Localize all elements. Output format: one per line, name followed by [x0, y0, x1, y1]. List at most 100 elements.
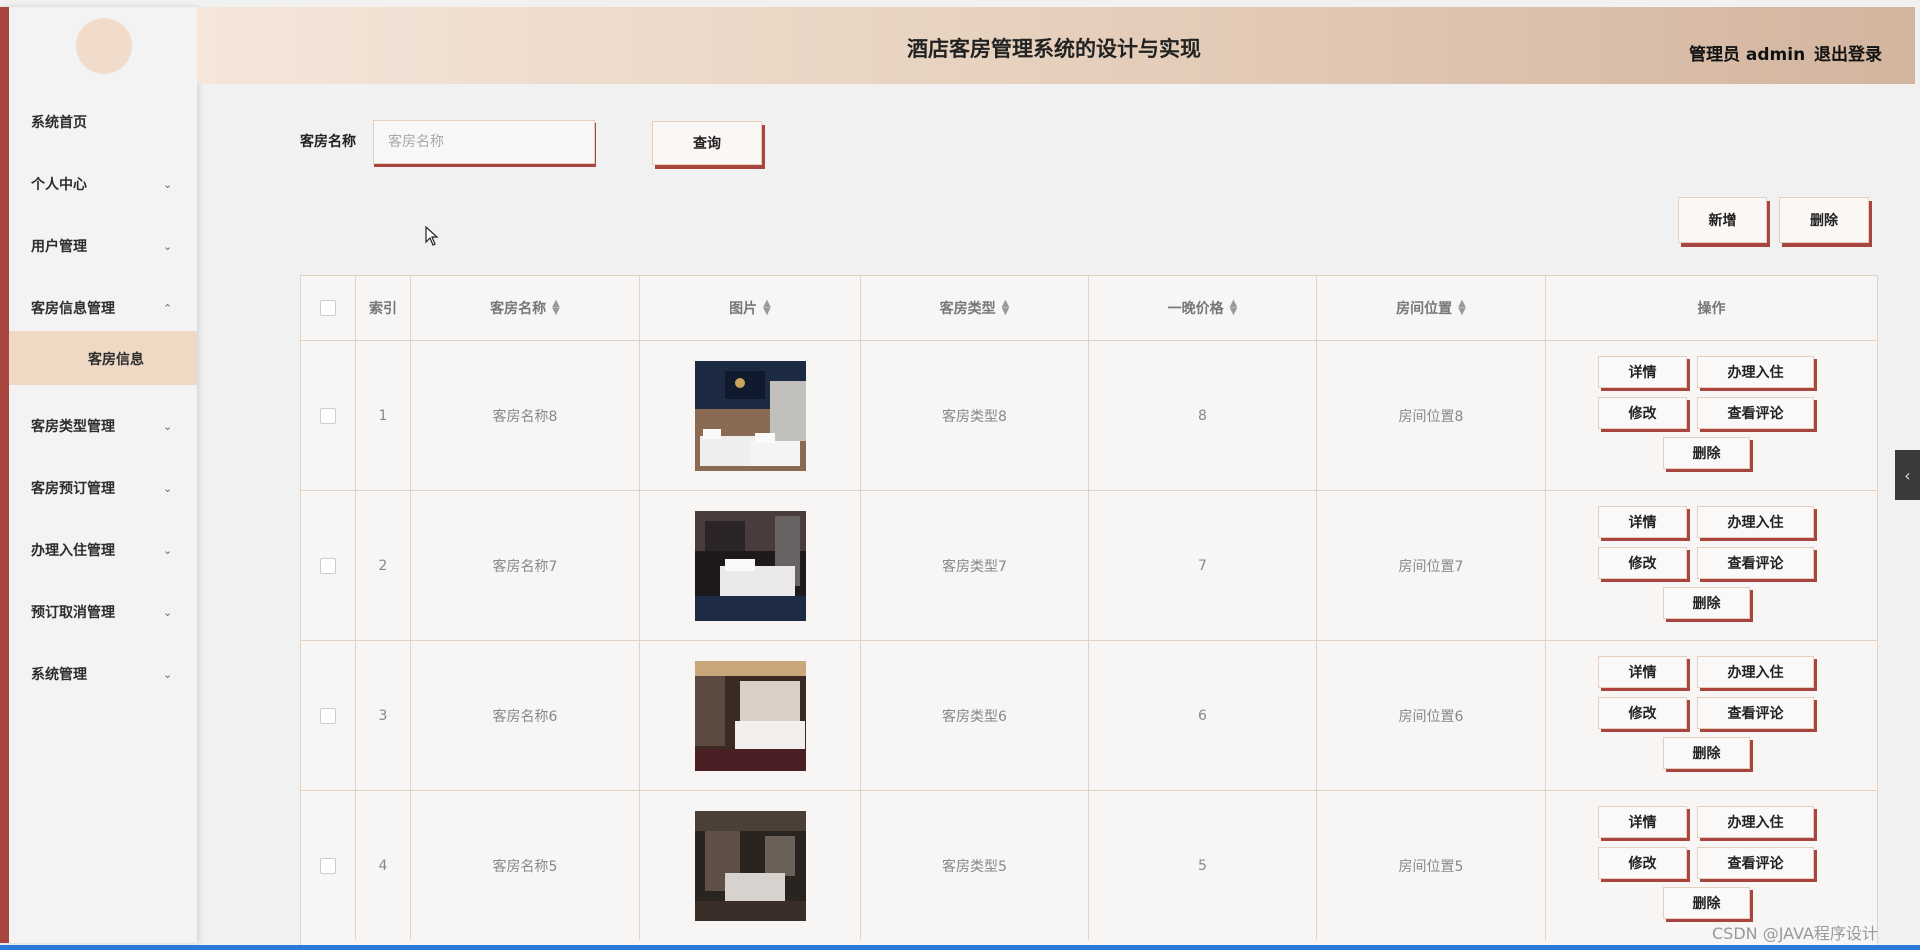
view-comments-button[interactable]: 查看评论 — [1697, 847, 1814, 879]
query-button[interactable]: 查询 — [652, 121, 762, 165]
delete-button[interactable]: 删除 — [1663, 437, 1750, 469]
sort-icon[interactable]: ▲ ▼ — [1002, 299, 1010, 317]
cell-select — [301, 491, 356, 640]
row-checkbox[interactable] — [320, 407, 336, 424]
table-header-actions: 操作 — [1546, 276, 1877, 340]
sidebar-item-checkin-management[interactable]: 办理入住管理 ⌄ — [9, 521, 197, 579]
checkin-button[interactable]: 办理入住 — [1697, 506, 1814, 538]
mouse-cursor-icon — [425, 226, 439, 246]
sidebar-item-label: 办理入住管理 — [31, 543, 115, 559]
sidebar-item-label: 用户管理 — [31, 239, 87, 255]
cell-price: 7 — [1089, 491, 1317, 640]
cell-room-name: 客房名称7 — [411, 491, 640, 640]
scroll-progress-bar — [0, 945, 1920, 950]
cell-price: 8 — [1089, 341, 1317, 490]
cell-actions: 详情 办理入住 修改 查看评论 删除 — [1546, 341, 1877, 490]
delete-button[interactable]: 删除 — [1663, 587, 1750, 619]
page-title: 酒店客房管理系统的设计与实现 — [907, 37, 1201, 61]
room-image[interactable] — [694, 360, 806, 471]
sidebar-item-label: 客房预订管理 — [31, 481, 115, 497]
sidebar-item-label: 预订取消管理 — [31, 605, 115, 621]
edit-button[interactable]: 修改 — [1598, 847, 1687, 879]
room-name-search-input[interactable] — [373, 120, 595, 164]
room-image[interactable] — [694, 510, 806, 621]
detail-button[interactable]: 详情 — [1598, 506, 1687, 538]
cell-image — [640, 491, 861, 640]
sidebar-item-label: 客房类型管理 — [31, 419, 115, 435]
detail-button[interactable]: 详情 — [1598, 806, 1687, 838]
chevron-down-icon: ⌄ — [163, 543, 173, 557]
cell-index: 3 — [356, 641, 411, 790]
sort-icon[interactable]: ▲ ▼ — [763, 299, 771, 317]
edit-button[interactable]: 修改 — [1598, 397, 1687, 429]
sidebar-subitem-label: 客房信息 — [88, 352, 144, 368]
cell-location: 房间位置6 — [1317, 641, 1546, 790]
chevron-down-icon: ⌄ — [163, 605, 173, 619]
detail-button[interactable]: 详情 — [1598, 656, 1687, 688]
room-image[interactable] — [694, 660, 806, 771]
sidebar-item-room-info-management[interactable]: 客房信息管理 ⌃ — [9, 279, 197, 337]
collapse-toggle-button[interactable]: ‹ — [1895, 450, 1920, 500]
sidebar-item-home[interactable]: 系统首页 — [9, 93, 197, 151]
sidebar-item-user-management[interactable]: 用户管理 ⌄ — [9, 217, 197, 275]
cell-image — [640, 641, 861, 790]
edit-button[interactable]: 修改 — [1598, 547, 1687, 579]
table-row: 4 客房名称5 客房类型5 5 房间位置5 详情 办理入住 修改 查看评论 删除 — [301, 790, 1877, 940]
edit-button[interactable]: 修改 — [1598, 697, 1687, 729]
column-label: 客房名称 — [490, 301, 547, 317]
column-label: 客房类型 — [939, 301, 996, 317]
sidebar-item-system-management[interactable]: 系统管理 ⌄ — [9, 645, 197, 703]
avatar — [76, 18, 132, 74]
table-header-room-type[interactable]: 客房类型 ▲ ▼ — [861, 276, 1089, 340]
sidebar-item-room-type-management[interactable]: 客房类型管理 ⌄ — [9, 397, 197, 455]
chevron-down-icon: ⌄ — [163, 177, 173, 191]
cell-location: 房间位置8 — [1317, 341, 1546, 490]
cell-room-type: 客房类型6 — [861, 641, 1089, 790]
cell-select — [301, 341, 356, 490]
row-checkbox[interactable] — [320, 857, 336, 874]
room-image[interactable] — [694, 810, 806, 921]
detail-button[interactable]: 详情 — [1598, 356, 1687, 388]
table-row: 2 客房名称7 客房类型7 7 房间位置7 详情 办理入住 修改 查看评论 删除 — [301, 490, 1877, 640]
sidebar-item-label: 客房信息管理 — [31, 301, 115, 317]
row-checkbox[interactable] — [320, 707, 336, 724]
column-label: 操作 — [1697, 301, 1726, 317]
sidebar-item-personal-center[interactable]: 个人中心 ⌄ — [9, 155, 197, 213]
sidebar-subitem-room-info[interactable]: 客房信息 — [9, 331, 197, 385]
sidebar-item-booking-management[interactable]: 客房预订管理 ⌄ — [9, 459, 197, 517]
batch-delete-button[interactable]: 删除 — [1779, 197, 1869, 243]
cell-location: 房间位置5 — [1317, 791, 1546, 940]
table-header-location[interactable]: 房间位置 ▲ ▼ — [1317, 276, 1546, 340]
checkin-button[interactable]: 办理入住 — [1697, 656, 1814, 688]
chevron-down-icon: ⌄ — [163, 481, 173, 495]
delete-button[interactable]: 删除 — [1663, 887, 1750, 919]
table-header-room-name[interactable]: 客房名称 ▲ ▼ — [411, 276, 640, 340]
cell-select — [301, 791, 356, 940]
sort-icon[interactable]: ▲ ▼ — [1458, 299, 1466, 317]
sidebar-item-label: 个人中心 — [31, 177, 87, 193]
cell-room-name: 客房名称6 — [411, 641, 640, 790]
view-comments-button[interactable]: 查看评论 — [1697, 397, 1814, 429]
select-all-checkbox[interactable] — [320, 300, 336, 316]
sort-icon[interactable]: ▲ ▼ — [552, 299, 560, 317]
search-label: 客房名称 — [300, 134, 356, 150]
view-comments-button[interactable]: 查看评论 — [1697, 697, 1814, 729]
cell-room-type: 客房类型7 — [861, 491, 1089, 640]
row-checkbox[interactable] — [320, 557, 336, 574]
sidebar-item-label: 系统首页 — [31, 115, 87, 131]
table-header-price[interactable]: 一晚价格 ▲ ▼ — [1089, 276, 1317, 340]
checkin-button[interactable]: 办理入住 — [1697, 806, 1814, 838]
sort-icon[interactable]: ▲ ▼ — [1230, 299, 1238, 317]
chevron-up-icon: ⌃ — [163, 301, 173, 315]
logout-link[interactable]: 退出登录 — [1814, 40, 1882, 65]
cell-image — [640, 791, 861, 940]
view-comments-button[interactable]: 查看评论 — [1697, 547, 1814, 579]
chevron-down-icon: ⌄ — [163, 239, 173, 253]
table-header-image[interactable]: 图片 ▲ ▼ — [640, 276, 861, 340]
checkin-button[interactable]: 办理入住 — [1697, 356, 1814, 388]
sidebar-item-cancellation-management[interactable]: 预订取消管理 ⌄ — [9, 583, 197, 641]
delete-button[interactable]: 删除 — [1663, 737, 1750, 769]
add-button[interactable]: 新增 — [1678, 197, 1767, 243]
cell-room-name: 客房名称8 — [411, 341, 640, 490]
room-table: 索引 客房名称 ▲ ▼ 图片 ▲ ▼ 客房类型 ▲ ▼ 一晚价格 ▲ ▼ 房间位置 ▲ ▼… — [300, 275, 1878, 950]
